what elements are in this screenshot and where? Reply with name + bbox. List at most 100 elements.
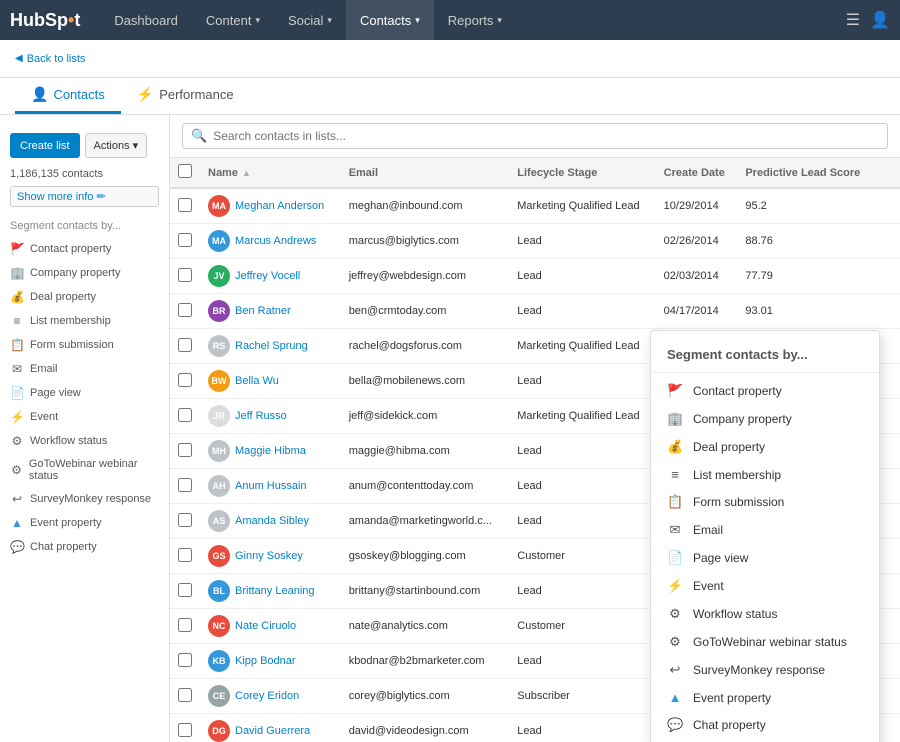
row-name-cell: NC Nate Ciruolo (200, 609, 341, 644)
row-checkbox[interactable] (178, 688, 192, 702)
sidebar-item-company-property[interactable]: 🏢 Company property (0, 261, 169, 285)
popup-item[interactable]: ↩SurveyMonkey response (651, 656, 879, 684)
popup-item[interactable]: 💬Chat property (651, 711, 879, 739)
row-checkbox[interactable] (178, 198, 192, 212)
row-lifecycle-cell: Marketing Qualified Lead (509, 399, 655, 434)
nav-content[interactable]: Content▾ (192, 0, 274, 40)
contact-name-link[interactable]: Ben Ratner (235, 305, 291, 317)
menu-icon[interactable]: ☰ (846, 10, 860, 30)
row-checkbox[interactable] (178, 338, 192, 352)
sidebar-item-gotowebinar[interactable]: ⚙ GoToWebinar webinar status (0, 453, 169, 487)
popup-item[interactable]: 💰Deal property (651, 433, 879, 461)
row-checkbox[interactable] (178, 618, 192, 632)
avatar: BR (208, 300, 230, 322)
contact-name-link[interactable]: Meghan Anderson (235, 200, 324, 212)
sidebar-item-form-submission[interactable]: 📋 Form submission (0, 333, 169, 357)
row-checkbox[interactable] (178, 723, 192, 737)
tab-bar: 👤 Contacts ⚡ Performance (0, 78, 900, 115)
actions-button[interactable]: Actions ▾ (85, 133, 148, 158)
contact-name-link[interactable]: Maggie Hibma (235, 445, 306, 457)
contact-name-link[interactable]: Jeffrey Vocell (235, 270, 300, 282)
row-name-cell: RS Rachel Sprung (200, 329, 341, 364)
avatar: BL (208, 580, 230, 602)
contact-name-link[interactable]: Amanda Sibley (235, 515, 309, 527)
sidebar-item-email[interactable]: ✉ Email (0, 357, 169, 381)
popup-item[interactable]: 🚩Contact property (651, 377, 879, 405)
popup-item-icon: ⚡ (667, 578, 683, 594)
row-checkbox[interactable] (178, 408, 192, 422)
row-checkbox-cell (170, 294, 200, 329)
search-input[interactable] (213, 129, 879, 143)
popup-item[interactable]: ⚙Workflow status (651, 600, 879, 628)
row-checkbox[interactable] (178, 653, 192, 667)
avatar: AH (208, 475, 230, 497)
nav-reports[interactable]: Reports▾ (434, 0, 516, 40)
contact-name-link[interactable]: Marcus Andrews (235, 235, 316, 247)
user-icon[interactable]: 👤 (870, 10, 890, 30)
contact-name-link[interactable]: Brittany Leaning (235, 585, 315, 597)
row-checkbox[interactable] (178, 443, 192, 457)
popup-item[interactable]: ≡List membership (651, 461, 879, 488)
tab-contacts[interactable]: 👤 Contacts (15, 78, 121, 114)
popup-item[interactable]: ✉Email (651, 516, 879, 544)
show-more-info-button[interactable]: Show more info ✏ (10, 186, 159, 207)
nav-right: ☰ 👤 (846, 10, 890, 30)
row-checkbox[interactable] (178, 583, 192, 597)
avatar: MA (208, 230, 230, 252)
row-checkbox[interactable] (178, 548, 192, 562)
row-score-cell: 88.76 (737, 224, 876, 259)
nav-dashboard[interactable]: Dashboard (100, 0, 192, 40)
contact-name-link[interactable]: Jeff Russo (235, 410, 287, 422)
row-checkbox-cell (170, 364, 200, 399)
contact-name-link[interactable]: Kipp Bodnar (235, 655, 296, 667)
popup-item[interactable]: 📄Page view (651, 544, 879, 572)
sidebar-item-deal-property[interactable]: 💰 Deal property (0, 285, 169, 309)
contact-name-link[interactable]: Ginny Soskey (235, 550, 303, 562)
sidebar-item-event[interactable]: ⚡ Event (0, 405, 169, 429)
row-checkbox[interactable] (178, 513, 192, 527)
contact-name-link[interactable]: Bella Wu (235, 375, 279, 387)
sidebar-item-contact-property[interactable]: 🚩 Contact property (0, 237, 169, 261)
popup-item[interactable]: 🏢Company property (651, 405, 879, 433)
row-lifecycle-cell: Lead (509, 574, 655, 609)
row-checkbox[interactable] (178, 303, 192, 317)
select-all-checkbox[interactable] (178, 164, 192, 178)
row-checkbox-cell (170, 399, 200, 434)
row-checkbox-cell (170, 224, 200, 259)
popup-item[interactable]: ▲Event property (651, 684, 879, 711)
sidebar-item-workflow-status[interactable]: ⚙ Workflow status (0, 429, 169, 453)
contact-name-link[interactable]: Anum Hussain (235, 480, 307, 492)
popup-item[interactable]: 📋Form submission (651, 488, 879, 516)
row-name-cell: CE Corey Eridon (200, 679, 341, 714)
row-name-cell: KB Kipp Bodnar (200, 644, 341, 679)
popup-item-label: List membership (693, 468, 781, 482)
back-to-lists[interactable]: ◀ Back to lists (15, 53, 85, 65)
popup-item-label: Page view (693, 551, 748, 565)
contact-name-link[interactable]: Nate Ciruolo (235, 620, 296, 632)
popup-item[interactable]: ⚙GoToWebinar webinar status (651, 628, 879, 656)
popup-item-icon: 🏢 (667, 411, 683, 427)
row-created-cell: 04/17/2014 (656, 294, 738, 329)
contact-name-link[interactable]: Rachel Sprung (235, 340, 308, 352)
sidebar-item-surveymonkey[interactable]: ↩ SurveyMonkey response (0, 487, 169, 511)
tab-performance[interactable]: ⚡ Performance (121, 78, 250, 114)
sidebar-item-event-property[interactable]: ▲ Event property (0, 511, 169, 535)
row-checkbox[interactable] (178, 373, 192, 387)
sidebar-item-page-view[interactable]: 📄 Page view (0, 381, 169, 405)
row-checkbox[interactable] (178, 233, 192, 247)
sidebar: Create list Actions ▾ 1,186,135 contacts… (0, 115, 170, 742)
row-email-cell: anum@contenttoday.com (341, 469, 510, 504)
nav-contacts[interactable]: Contacts▾ (346, 0, 434, 40)
nav-social[interactable]: Social▾ (274, 0, 346, 40)
popup-item[interactable]: ⚡Event (651, 572, 879, 600)
contact-name-link[interactable]: David Guerrera (235, 725, 310, 737)
row-lifecycle-cell: Lead (509, 714, 655, 742)
row-email-cell: rachel@dogsforus.com (341, 329, 510, 364)
row-email-cell: bella@mobilenews.com (341, 364, 510, 399)
row-checkbox[interactable] (178, 268, 192, 282)
sidebar-item-chat-property[interactable]: 💬 Chat property (0, 535, 169, 559)
create-list-button[interactable]: Create list (10, 133, 80, 158)
sidebar-item-list-membership[interactable]: ≡ List membership (0, 309, 169, 333)
row-checkbox[interactable] (178, 478, 192, 492)
contact-name-link[interactable]: Corey Eridon (235, 690, 299, 702)
